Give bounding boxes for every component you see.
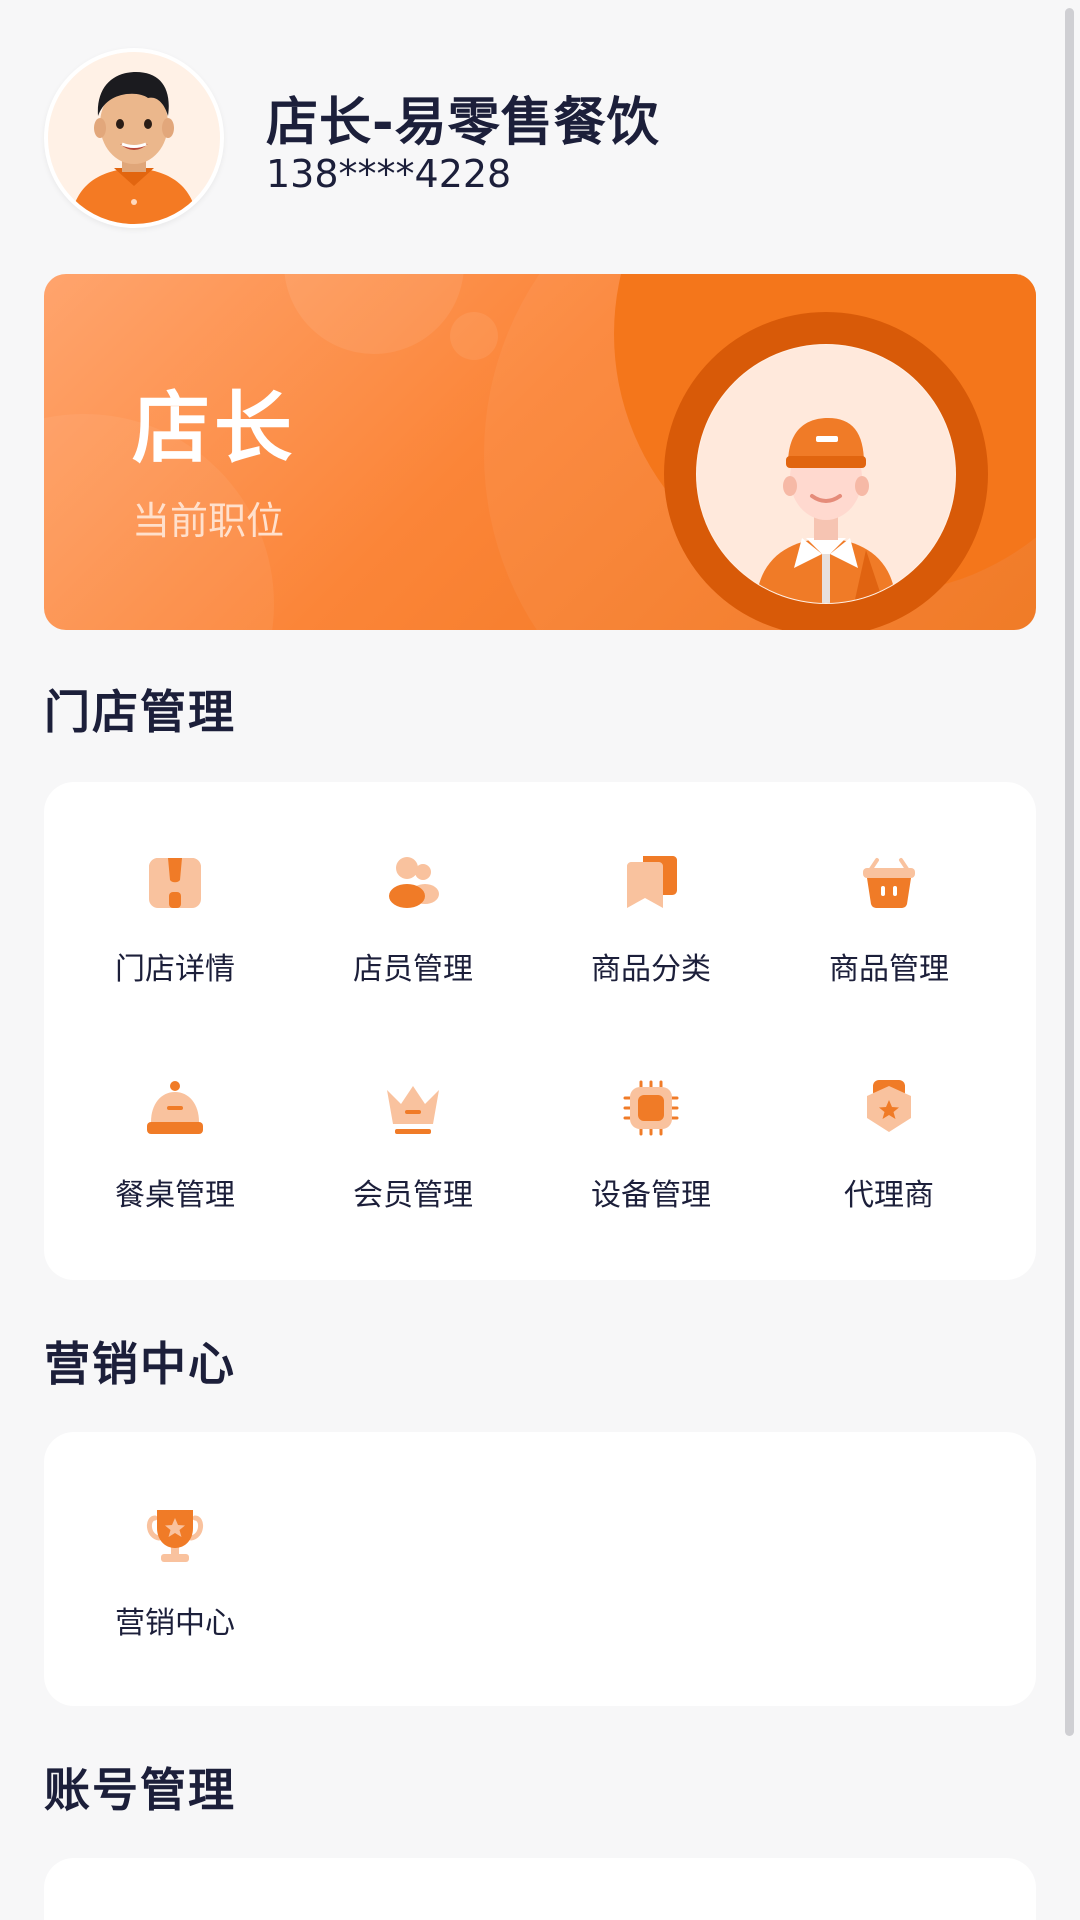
menu-item-marketing-center[interactable]: 营销中心 [56,1506,294,1696]
store-management-card: 门店详情 店员管理 商品分类 商品管理 餐桌管理 会员管理 设备管理 代理商 [44,782,1036,1280]
section-title-store-management: 门店管理 [44,685,236,739]
menu-item-label: 代理商 [844,1178,934,1213]
menu-item-table-management[interactable]: 餐桌管理 [56,1078,294,1268]
profile-page: 店长-易零售餐饮 138****4228 店长 当前职位 门店管理 门店详情 店… [0,0,1080,1920]
profile-header: 店长-易零售餐饮 138****4228 [44,48,944,228]
menu-item-label: 商品管理 [829,952,949,987]
menu-item-label: 营销中心 [115,1606,235,1641]
user-phone: 138****4228 [266,152,512,196]
user-name: 店长-易零售餐饮 [266,93,660,153]
agent-badge-icon [867,1080,911,1132]
menu-item-label: 店员管理 [353,952,473,987]
menu-item-label: 商品分类 [591,952,711,987]
trophy-icon [147,1510,203,1562]
menu-item-label: 设备管理 [591,1178,711,1213]
menu-item-label: 会员管理 [353,1178,473,1213]
section-title-account: 账号管理 [44,1763,236,1817]
menu-item-member-management[interactable]: 会员管理 [294,1078,532,1268]
worker-avatar-icon [697,345,955,603]
menu-item-product-category[interactable]: 商品分类 [532,852,770,1042]
role-banner[interactable]: 店长 当前职位 [44,274,1036,630]
basket-icon [863,858,915,908]
category-icon [627,856,677,908]
menu-item-staff-management[interactable]: 店员管理 [294,852,532,1042]
role-subtitle: 当前职位 [132,499,285,543]
marketing-card: 营销中心 [44,1432,1036,1706]
role-title: 店长 [132,384,297,474]
section-title-marketing: 营销中心 [44,1337,236,1391]
menu-item-device-management[interactable]: 设备管理 [532,1078,770,1268]
menu-item-label: 餐桌管理 [115,1178,235,1213]
staff-icon [389,857,439,908]
crown-icon [387,1086,439,1134]
menu-item-label: 门店详情 [115,952,235,987]
chip-icon [623,1080,679,1136]
menu-item-product-management[interactable]: 商品管理 [770,852,1008,1042]
avatar[interactable] [44,48,224,228]
scrollbar[interactable] [1065,8,1074,1736]
account-card [44,1858,1036,1920]
service-bell-icon [147,1081,203,1134]
menu-item-agent[interactable]: 代理商 [770,1078,1008,1268]
menu-item-store-details[interactable]: 门店详情 [56,852,294,1042]
storefront-icon [149,858,201,908]
